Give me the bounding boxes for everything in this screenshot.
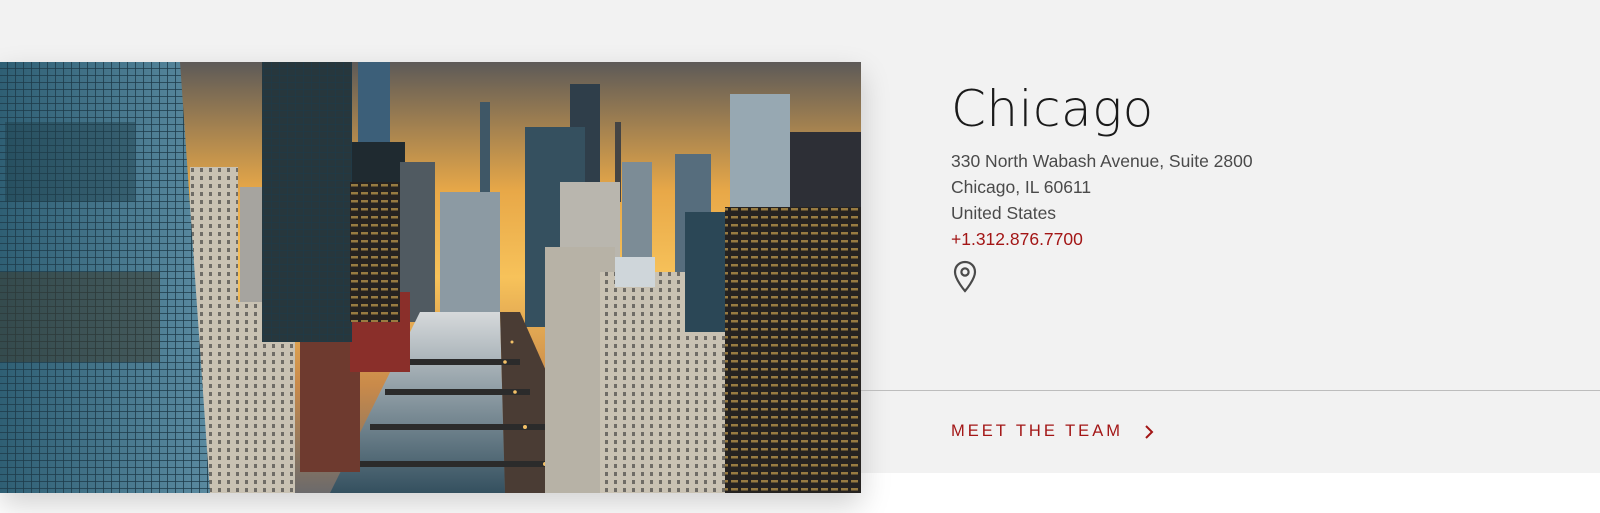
meet-the-team-label: MEET THE TEAM <box>951 422 1123 440</box>
address-country: United States <box>951 203 1057 223</box>
section-divider <box>861 390 1600 391</box>
map-pin-icon[interactable] <box>951 260 979 294</box>
meet-the-team-link[interactable]: MEET THE TEAM <box>951 422 1155 441</box>
office-city-heading: Chicago <box>951 80 1154 138</box>
address-line-1: 330 North Wabash Avenue, Suite 2800 <box>951 151 1253 171</box>
address-line-2: Chicago, IL 60611 <box>951 177 1092 197</box>
city-skyline-image <box>0 62 861 493</box>
chevron-right-icon <box>1145 424 1154 439</box>
phone-link[interactable]: +1.312.876.7700 <box>951 226 1083 252</box>
office-details: Chicago 330 North Wabash Avenue, Suite 2… <box>951 80 1253 294</box>
